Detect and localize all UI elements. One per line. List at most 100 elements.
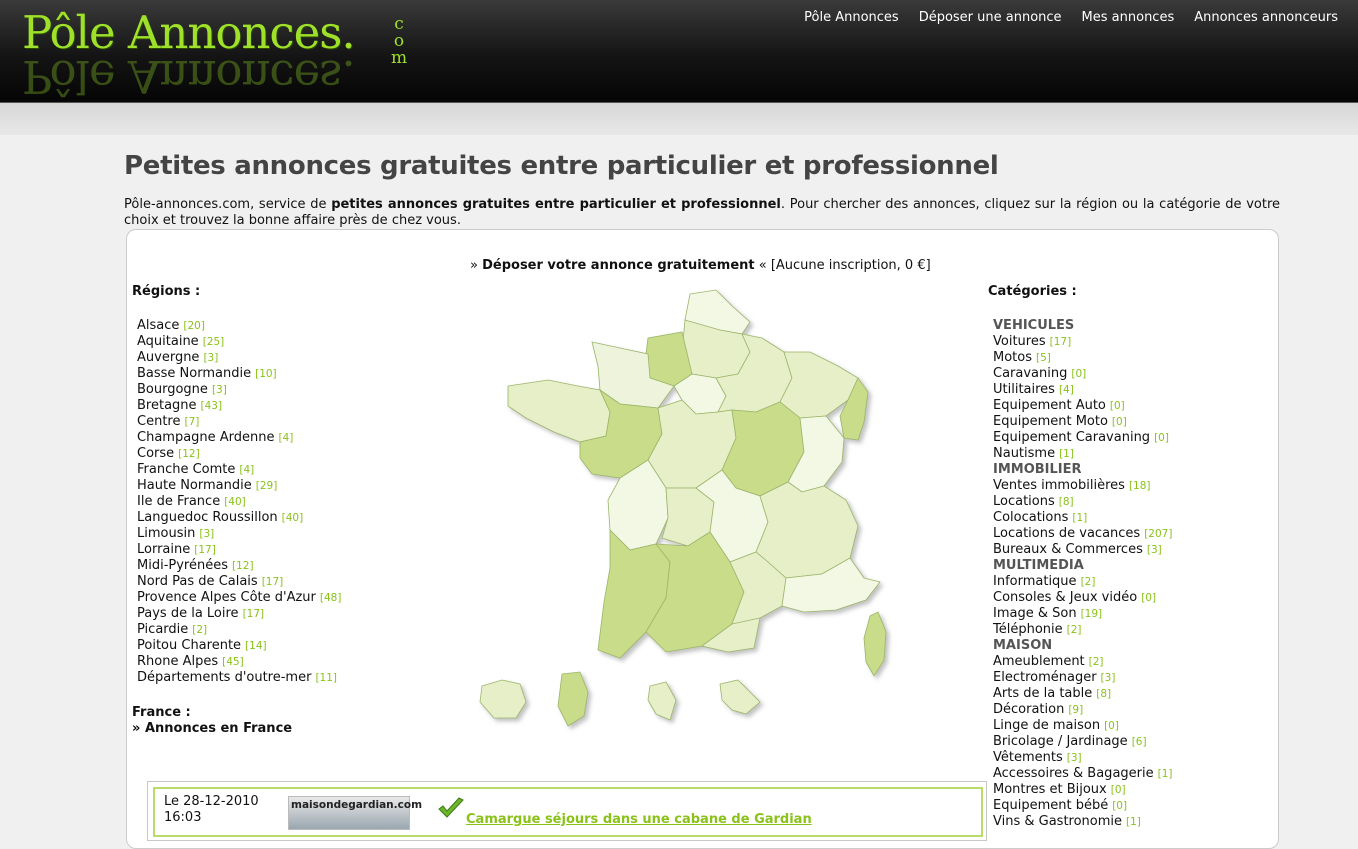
deposit-link[interactable]: Déposer votre annonce gratuitement xyxy=(482,258,755,273)
category-item[interactable]: Linge de maison [0] xyxy=(993,718,1172,734)
category-label[interactable]: Vins & Gastronomie xyxy=(993,814,1122,829)
region-label[interactable]: Bretagne xyxy=(137,398,197,413)
region-corse[interactable] xyxy=(863,611,887,677)
region-item[interactable]: Provence Alpes Côte d'Azur [48] xyxy=(137,590,341,606)
region-item[interactable]: Bourgogne [3] xyxy=(137,382,341,398)
region-label[interactable]: Nord Pas de Calais xyxy=(137,574,258,589)
category-label[interactable]: Image & Son xyxy=(993,606,1077,621)
category-item[interactable]: Bureaux & Commerces [3] xyxy=(993,542,1172,558)
category-item[interactable]: Locations [8] xyxy=(993,494,1172,510)
region-label[interactable]: Centre xyxy=(137,414,180,429)
category-label[interactable]: Nautisme xyxy=(993,446,1055,461)
nav-mes-annonces[interactable]: Mes annonces xyxy=(1082,10,1175,25)
category-item[interactable]: Colocations [1] xyxy=(993,510,1172,526)
site-logo[interactable]: Pôle Annonces. Pôle Annonces. c o m xyxy=(22,6,422,103)
region-label[interactable]: Poitou Charente xyxy=(137,638,241,653)
category-item[interactable]: Montres et Bijoux [0] xyxy=(993,782,1172,798)
region-label[interactable]: Franche Comte xyxy=(137,462,235,477)
region-item[interactable]: Pays de la Loire [17] xyxy=(137,606,341,622)
region-dom-guadeloupe[interactable] xyxy=(479,679,527,719)
region-label[interactable]: Basse Normandie xyxy=(137,366,251,381)
region-bretagne[interactable] xyxy=(507,379,611,443)
region-label[interactable]: Corse xyxy=(137,446,174,461)
category-label[interactable]: Equipement Caravaning xyxy=(993,430,1150,445)
category-item[interactable]: Bricolage / Jardinage [6] xyxy=(993,734,1172,750)
category-label[interactable]: Linge de maison xyxy=(993,718,1100,733)
category-item[interactable]: Nautisme [1] xyxy=(993,446,1172,462)
category-item[interactable]: Equipement Caravaning [0] xyxy=(993,430,1172,446)
region-item[interactable]: Auvergne [3] xyxy=(137,350,341,366)
category-label[interactable]: Bricolage / Jardinage xyxy=(993,734,1128,749)
category-label[interactable]: Equipement Auto xyxy=(993,398,1106,413)
category-item[interactable]: Equipement bébé [0] xyxy=(993,798,1172,814)
category-label[interactable]: Utilitaires xyxy=(993,382,1055,397)
category-label[interactable]: Equipement bébé xyxy=(993,798,1108,813)
category-item[interactable]: Consoles & Jeux vidéo [0] xyxy=(993,590,1172,606)
region-label[interactable]: Aquitaine xyxy=(137,334,199,349)
region-item[interactable]: Picardie [2] xyxy=(137,622,341,638)
category-item[interactable]: Caravaning [0] xyxy=(993,366,1172,382)
region-item[interactable]: Ile de France [40] xyxy=(137,494,341,510)
ad-title-link[interactable]: Camargue séjours dans une cabane de Gard… xyxy=(466,812,812,827)
region-label[interactable]: Provence Alpes Côte d'Azur xyxy=(137,590,316,605)
category-item[interactable]: Motos [5] xyxy=(993,350,1172,366)
region-item[interactable]: Franche Comte [4] xyxy=(137,462,341,478)
category-item[interactable]: Ameublement [2] xyxy=(993,654,1172,670)
category-item[interactable]: Vêtements [3] xyxy=(993,750,1172,766)
region-label[interactable]: Picardie xyxy=(137,622,188,637)
region-item[interactable]: Limousin [3] xyxy=(137,526,341,542)
category-label[interactable]: Motos xyxy=(993,350,1032,365)
region-item[interactable]: Centre [7] xyxy=(137,414,341,430)
category-item[interactable]: Vins & Gastronomie [1] xyxy=(993,814,1172,830)
region-item[interactable]: Basse Normandie [10] xyxy=(137,366,341,382)
region-label[interactable]: Haute Normandie xyxy=(137,478,252,493)
region-item[interactable]: Haute Normandie [29] xyxy=(137,478,341,494)
region-label[interactable]: Lorraine xyxy=(137,542,190,557)
category-item[interactable]: Equipement Moto [0] xyxy=(993,414,1172,430)
category-item[interactable]: Utilitaires [4] xyxy=(993,382,1172,398)
category-item[interactable]: Electroménager [3] xyxy=(993,670,1172,686)
region-item[interactable]: Lorraine [17] xyxy=(137,542,341,558)
region-label[interactable]: Départements d'outre-mer xyxy=(137,670,311,685)
region-label[interactable]: Pays de la Loire xyxy=(137,606,239,621)
nav-deposer-annonce[interactable]: Déposer une annonce xyxy=(919,10,1062,25)
category-label[interactable]: Caravaning xyxy=(993,366,1067,381)
region-item[interactable]: Champagne Ardenne [4] xyxy=(137,430,341,446)
category-item[interactable]: Equipement Auto [0] xyxy=(993,398,1172,414)
region-item[interactable]: Midi-Pyrénées [12] xyxy=(137,558,341,574)
category-item[interactable]: Locations de vacances [207] xyxy=(993,526,1172,542)
category-label[interactable]: Voitures xyxy=(993,334,1046,349)
category-label[interactable]: Locations de vacances xyxy=(993,526,1140,541)
region-item[interactable]: Languedoc Roussillon [40] xyxy=(137,510,341,526)
category-label[interactable]: Consoles & Jeux vidéo xyxy=(993,590,1137,605)
region-label[interactable]: Midi-Pyrénées xyxy=(137,558,228,573)
category-label[interactable]: Locations xyxy=(993,494,1055,509)
category-label[interactable]: Montres et Bijoux xyxy=(993,782,1107,797)
category-label[interactable]: Bureaux & Commerces xyxy=(993,542,1143,557)
category-label[interactable]: Téléphonie xyxy=(993,622,1063,637)
category-item[interactable]: Décoration [9] xyxy=(993,702,1172,718)
region-dom-guyane[interactable] xyxy=(719,679,761,715)
region-label[interactable]: Bourgogne xyxy=(137,382,208,397)
region-item[interactable]: Bretagne [43] xyxy=(137,398,341,414)
category-label[interactable]: Ameublement xyxy=(993,654,1085,669)
region-item[interactable]: Alsace [20] xyxy=(137,318,341,334)
category-label[interactable]: Electroménager xyxy=(993,670,1097,685)
region-label[interactable]: Alsace xyxy=(137,318,179,333)
region-label[interactable]: Limousin xyxy=(137,526,195,541)
category-label[interactable]: Arts de la table xyxy=(993,686,1092,701)
region-label[interactable]: Auvergne xyxy=(137,350,199,365)
category-item[interactable]: Arts de la table [8] xyxy=(993,686,1172,702)
category-label[interactable]: Informatique xyxy=(993,574,1077,589)
category-item[interactable]: Accessoires & Bagagerie [1] xyxy=(993,766,1172,782)
region-item[interactable]: Corse [12] xyxy=(137,446,341,462)
annonces-france-link[interactable]: Annonces en France xyxy=(145,721,292,736)
category-label[interactable]: Accessoires & Bagagerie xyxy=(993,766,1154,781)
region-label[interactable]: Rhone Alpes xyxy=(137,654,218,669)
category-label[interactable]: Vêtements xyxy=(993,750,1063,765)
region-label[interactable]: Ile de France xyxy=(137,494,220,509)
region-dom-reunion[interactable] xyxy=(647,681,677,721)
category-item[interactable]: Informatique [2] xyxy=(993,574,1172,590)
category-label[interactable]: Ventes immobilières xyxy=(993,478,1125,493)
category-label[interactable]: Equipement Moto xyxy=(993,414,1108,429)
